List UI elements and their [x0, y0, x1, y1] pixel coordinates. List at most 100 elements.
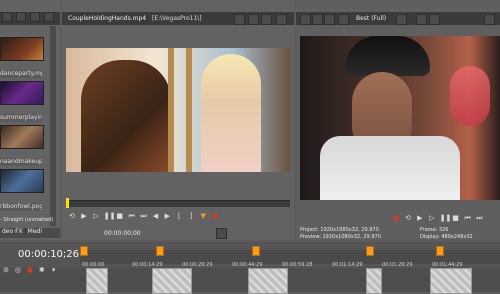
copy-snapshot-icon[interactable]: [416, 14, 427, 25]
play-icon[interactable]: ▷: [428, 214, 436, 222]
mute-icon[interactable]: ⊘: [2, 266, 10, 274]
preview-quality[interactable]: Best (Full): [356, 15, 386, 22]
media-thumb-2[interactable]: [0, 81, 44, 105]
dropdown-icon[interactable]: [234, 14, 245, 25]
solo-icon[interactable]: ◎: [14, 266, 22, 274]
overlay-icon[interactable]: [396, 14, 407, 25]
timeline-clip[interactable]: [366, 268, 382, 294]
forward-icon[interactable]: [15, 12, 26, 22]
marker-icon[interactable]: ▼: [199, 212, 207, 220]
timeline-timecode: 00:00:10;26: [18, 249, 80, 260]
trimmer-scrub-bar[interactable]: [66, 198, 290, 208]
next-frame-icon[interactable]: ⏭: [475, 214, 483, 222]
transition-item[interactable]: - Straight (unmatted): [0, 217, 60, 225]
preview-video-scene: [320, 136, 460, 200]
preview-frame-info: Frame: 326: [420, 227, 448, 233]
trimmer-video-scene: [168, 48, 174, 172]
timeline-clip[interactable]: [86, 268, 108, 294]
media-thumb-1[interactable]: [0, 37, 44, 61]
trim-tool-icon[interactable]: [248, 14, 259, 25]
timeline-clip[interactable]: [430, 268, 472, 294]
preview-project-info: Project: 1920x1080x32, 29.970: [300, 227, 379, 233]
trimmer-video-scene: [201, 54, 261, 172]
project-properties-icon[interactable]: [300, 14, 311, 25]
fx-icon[interactable]: [324, 14, 335, 25]
stop-icon[interactable]: ■: [116, 212, 124, 220]
external-monitor-icon[interactable]: [312, 14, 323, 25]
media-label-4: rbbonfowl.png: [0, 203, 42, 211]
preview-toolbar: Best (Full): [296, 12, 500, 25]
close-icon[interactable]: [276, 14, 287, 25]
fx-icon[interactable]: ✱: [38, 266, 46, 274]
timeline-marker[interactable]: [366, 246, 374, 256]
next-frame-icon[interactable]: ⏭: [140, 212, 148, 220]
tab-media[interactable]: Medi: [26, 228, 44, 235]
save-snapshot-icon[interactable]: [429, 14, 440, 25]
trimmer-file-tab[interactable]: CoupleHoldingHands.mp4: [68, 15, 146, 22]
rewind-icon[interactable]: ◀: [151, 212, 159, 220]
preview-label: Preview:: [300, 234, 321, 240]
timeline-marker[interactable]: [156, 246, 164, 256]
play-icon[interactable]: ▶: [416, 214, 424, 222]
trimmer-timecode: 00:00:00;00: [104, 230, 141, 237]
pause-icon[interactable]: ❚❚: [104, 212, 116, 220]
play-icon[interactable]: ▷: [92, 212, 100, 220]
preview-display-info: Display: 480x248x32: [420, 234, 473, 240]
play-icon[interactable]: ▶: [80, 212, 88, 220]
preview-video: [300, 36, 500, 200]
media-label-3: naandmakeup.png: [0, 158, 42, 166]
timeline-marker[interactable]: [436, 246, 444, 256]
project-label: Project:: [300, 227, 319, 233]
pause-icon[interactable]: ❚❚: [440, 214, 452, 222]
timeline-marker[interactable]: [80, 246, 88, 256]
scrub-playhead[interactable]: [66, 198, 69, 208]
display-label: Display:: [420, 234, 440, 240]
trimmer-transport: ⟲ ▶ ▷ ❚❚ ■ ⏮ ⏭ ◀ ▶ [ ] ▼ ●: [68, 212, 288, 222]
timeline-clip[interactable]: [152, 268, 192, 294]
set-in-icon[interactable]: [: [175, 212, 183, 220]
project-value: 1920x1080x32, 29.970: [320, 227, 379, 233]
prev-frame-icon[interactable]: ⏮: [128, 212, 136, 220]
preview-video-scene: [345, 36, 430, 76]
record-icon[interactable]: ●: [26, 266, 34, 274]
trimmer-path: [E:\VegasPro11\]: [152, 15, 202, 22]
media-label-1: danceparty.mp4: [0, 70, 42, 78]
frame-label: Frame:: [420, 227, 438, 233]
forward-icon[interactable]: ▶: [163, 212, 171, 220]
trimmer-header: CoupleHoldingHands.mp4 [E:\VegasPro11\]: [62, 12, 294, 25]
tab-video-fx[interactable]: deo FX: [0, 228, 26, 235]
trimmer-video-scene: [81, 60, 171, 172]
prev-frame-icon[interactable]: ⏮: [464, 214, 472, 222]
record-icon[interactable]: ●: [392, 214, 400, 222]
view-icon[interactable]: [43, 12, 54, 22]
preview-video-scene: [450, 66, 490, 126]
expand-icon[interactable]: ▾: [50, 266, 58, 274]
media-thumb-4[interactable]: [0, 169, 44, 193]
preview-value: 1920x1080x32, 29.970: [322, 234, 381, 240]
loop-icon[interactable]: ⟲: [68, 212, 76, 220]
track-header-controls: ⊘ ◎ ● ✱ ▾: [0, 266, 76, 276]
trimmer-video: [66, 48, 290, 172]
preview-transport: ● ⟲ ▶ ▷ ❚❚ ■ ⏮ ⏭: [392, 214, 498, 224]
display-value: 480x248x32: [441, 234, 473, 240]
folder-icon[interactable]: [29, 12, 40, 22]
region-icon[interactable]: ●: [211, 212, 219, 220]
add-to-timeline-icon[interactable]: [216, 228, 227, 239]
media-toolbar: [0, 12, 60, 25]
media-tabs: deo FX Medi: [0, 228, 60, 238]
stop-icon[interactable]: ■: [452, 214, 460, 222]
close-icon[interactable]: [484, 14, 495, 25]
trimmer-video-scene: [186, 48, 192, 172]
media-label-2: summerplaying...: [0, 114, 42, 122]
loop-icon[interactable]: ⟲: [404, 214, 412, 222]
back-icon[interactable]: [2, 12, 12, 22]
media-thumb-3[interactable]: [0, 125, 44, 149]
set-out-icon[interactable]: ]: [187, 212, 195, 220]
split-screen-icon[interactable]: [338, 14, 349, 25]
marker-tool-icon[interactable]: [261, 14, 272, 25]
frame-value: 326: [438, 227, 449, 233]
timeline-clip[interactable]: [248, 268, 288, 294]
timeline-marker[interactable]: [252, 246, 260, 256]
preview-preview-info: Preview: 1920x1080x32, 29.970: [300, 234, 381, 240]
media-scrollbar[interactable]: [50, 26, 56, 226]
